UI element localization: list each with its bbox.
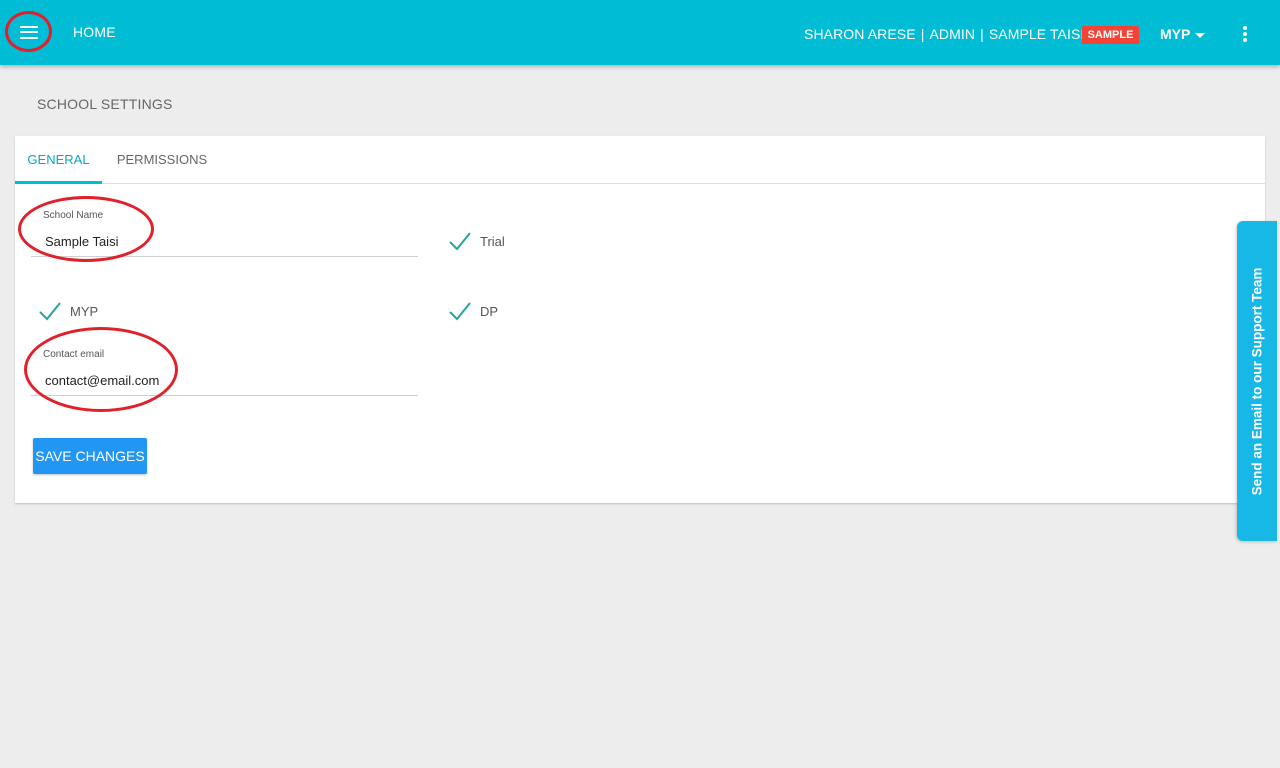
- menu-button[interactable]: [9, 14, 49, 50]
- contact-email-input[interactable]: [45, 373, 405, 388]
- user-info: SHARON ARESE | ADMIN | SAMPLE TAISI: [804, 26, 1084, 42]
- school-name-header: SAMPLE TAISI: [988, 26, 1085, 42]
- top-app-bar: HOME SHARON ARESE | ADMIN | SAMPLE TAISI SAM…: [0, 0, 1280, 65]
- save-changes-button[interactable]: SAVE CHANGES: [33, 438, 147, 474]
- dp-label: DP: [480, 303, 499, 319]
- support-email-tab[interactable]: Send an Email to our Support Team: [1237, 221, 1277, 541]
- home-link[interactable]: HOME: [73, 24, 116, 40]
- program-label: MYP: [1160, 26, 1191, 42]
- trial-label: Trial: [480, 233, 505, 249]
- trial-checkbox[interactable]: Trial: [448, 230, 505, 252]
- tab-bar: GENERAL PERMISSIONS: [15, 136, 1265, 184]
- user-role: ADMIN: [929, 26, 976, 42]
- sample-badge: SAMPLE: [1082, 26, 1139, 44]
- school-name-label: School Name: [43, 210, 104, 221]
- tab-permissions[interactable]: PERMISSIONS: [109, 136, 215, 184]
- contact-email-label: Contact email: [43, 349, 105, 360]
- menu-icon: [20, 25, 38, 39]
- check-icon: [39, 302, 61, 321]
- school-name-input[interactable]: [45, 234, 405, 249]
- support-email-label: Send an Email to our Support Team: [1249, 267, 1265, 495]
- myp-checkbox[interactable]: MYP: [38, 300, 98, 322]
- school-name-field: School Name: [31, 208, 418, 257]
- tab-general[interactable]: GENERAL: [15, 136, 102, 184]
- caret-down-icon: [1195, 32, 1206, 38]
- check-icon: [449, 302, 471, 321]
- myp-label: MYP: [70, 303, 99, 319]
- more-vert-icon[interactable]: [1234, 22, 1256, 46]
- page-title: SCHOOL SETTINGS: [37, 96, 173, 112]
- settings-card: GENERAL PERMISSIONS School Name Trial MY…: [15, 136, 1265, 503]
- dp-checkbox[interactable]: DP: [448, 300, 498, 322]
- contact-email-field: Contact email: [31, 347, 418, 396]
- user-name: SHARON ARESE: [804, 26, 916, 42]
- separator: |: [980, 26, 984, 42]
- program-dropdown[interactable]: MYP: [1160, 26, 1206, 42]
- check-icon: [449, 232, 471, 251]
- separator: |: [920, 26, 925, 42]
